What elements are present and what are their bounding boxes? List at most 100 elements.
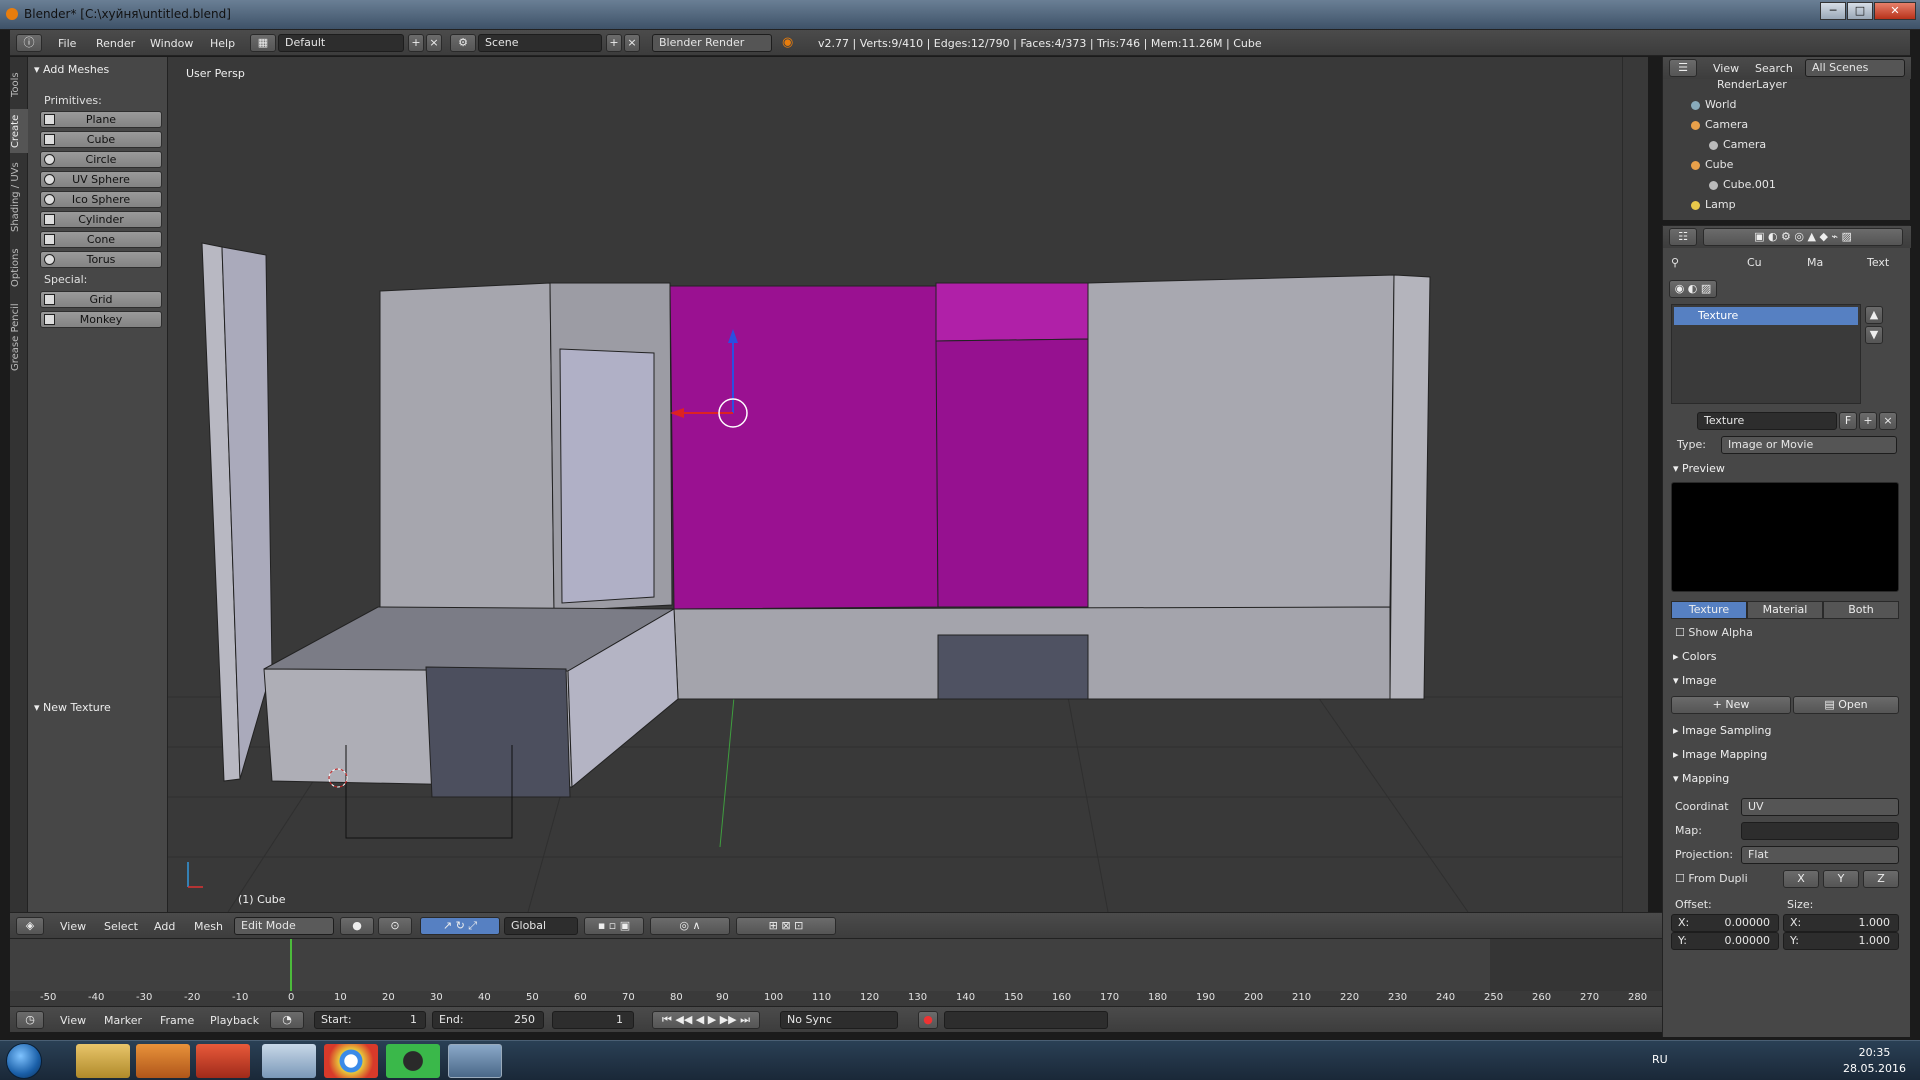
new-texture-icon[interactable]: + [1859, 412, 1877, 430]
menu-render[interactable]: Render [96, 37, 135, 50]
add-scene-icon[interactable]: + [606, 34, 622, 52]
preview-panel-header[interactable]: ▾ Preview [1673, 462, 1725, 475]
chrome-taskbar-icon[interactable] [324, 1044, 378, 1078]
preview-tab-both[interactable]: Both [1823, 601, 1899, 619]
menu-file[interactable]: File [58, 37, 76, 50]
add-cylinder-button[interactable]: Cylinder [40, 211, 162, 228]
green-app-taskbar-icon[interactable] [386, 1044, 440, 1078]
slot-up-icon[interactable]: ▲ [1865, 306, 1883, 324]
input-language[interactable]: RU [1652, 1053, 1668, 1066]
outliner-menu-view[interactable]: View [1713, 62, 1739, 75]
add-plane-button[interactable]: Plane [40, 111, 162, 128]
outliner-menu-search[interactable]: Search [1755, 62, 1793, 75]
menu-frame[interactable]: Frame [160, 1014, 194, 1027]
select-mode-icons[interactable]: ▪ ▫ ▣ [584, 917, 644, 935]
breadcrumb-material[interactable]: Ma [1807, 256, 1823, 269]
editor-type-properties-icon[interactable]: ☷ [1669, 228, 1697, 246]
screen-layout-icon[interactable]: ▦ [250, 34, 276, 52]
orientation-select[interactable]: Global [504, 917, 578, 935]
sync-select[interactable]: No Sync [780, 1011, 898, 1029]
texture-name-field[interactable]: Texture [1697, 412, 1837, 430]
outliner-row-lamp[interactable]: Lamp [1663, 195, 1895, 215]
add-cube-button[interactable]: Cube [40, 131, 162, 148]
preview-tab-material[interactable]: Material [1747, 601, 1823, 619]
show-alpha-checkbox[interactable]: ☐ Show Alpha [1675, 626, 1753, 639]
map-x-select[interactable]: X [1783, 870, 1819, 888]
preview-range-icon[interactable]: ◔ [270, 1011, 304, 1029]
add-ico-sphere-button[interactable]: Ico Sphere [40, 191, 162, 208]
menu-view[interactable]: View [60, 1014, 86, 1027]
editor-type-timeline-icon[interactable]: ◷ [16, 1011, 44, 1029]
new-texture-panel-header[interactable]: ▾ New Texture [34, 701, 111, 714]
offset-x-field[interactable]: X: 0.00000 [1671, 914, 1779, 932]
projection-select[interactable]: Flat [1741, 846, 1899, 864]
menu-help[interactable]: Help [210, 37, 235, 50]
outliner-row-cube[interactable]: Cube [1663, 155, 1895, 175]
keying-set-field[interactable] [944, 1011, 1108, 1029]
outliner-row-world[interactable]: World [1663, 95, 1895, 115]
image-sampling-panel-header[interactable]: ▸ Image Sampling [1673, 724, 1771, 737]
menu-add[interactable]: Add [154, 920, 175, 933]
tab-shading-uvs[interactable]: Shading / UVs [10, 157, 28, 237]
menu-select[interactable]: Select [104, 920, 138, 933]
timeline[interactable]: -50 -40 -30 -20 -10 0 10 20 30 40 50 60 … [10, 938, 1662, 1007]
new-image-button[interactable]: + New [1671, 696, 1791, 714]
colors-panel-header[interactable]: ▸ Colors [1673, 650, 1716, 663]
breadcrumb-texture[interactable]: Text [1867, 256, 1889, 269]
mapping-panel-header[interactable]: ▾ Mapping [1673, 772, 1729, 785]
texture-context-icons[interactable]: ◉ ◐ ▨ [1669, 280, 1717, 298]
size-y-field[interactable]: Y: 1.000 [1783, 932, 1899, 950]
render-engine-select[interactable]: Blender Render [652, 34, 772, 52]
maximize-button[interactable]: □ [1847, 2, 1873, 20]
from-dupli-checkbox[interactable]: ☐ From Dupli [1675, 872, 1748, 885]
outliner-row-camera[interactable]: Camera [1663, 115, 1895, 135]
add-torus-button[interactable]: Torus [40, 251, 162, 268]
size-x-field[interactable]: X: 1.000 [1783, 914, 1899, 932]
tab-grease-pencil[interactable]: Grease Pencil [10, 297, 28, 377]
remove-scene-icon[interactable]: × [624, 34, 640, 52]
image-mapping-panel-header[interactable]: ▸ Image Mapping [1673, 748, 1767, 761]
3d-viewport[interactable]: User Persp (1) Cube [168, 57, 1622, 912]
start-frame-field[interactable]: Start: 1 [314, 1011, 426, 1029]
pin-icon[interactable]: ⚲ [1671, 256, 1679, 269]
menu-mesh[interactable]: Mesh [194, 920, 223, 933]
menu-view[interactable]: View [60, 920, 86, 933]
scene-icon[interactable]: ⚙ [450, 34, 476, 52]
media-player-taskbar-icon[interactable] [136, 1044, 190, 1078]
tab-create[interactable]: Create [10, 109, 28, 153]
coordinates-select[interactable]: UV [1741, 798, 1899, 816]
manipulator-icons[interactable]: ↗ ↻ ⤢ [420, 917, 500, 935]
unlink-texture-icon[interactable]: × [1879, 412, 1897, 430]
preview-tab-texture[interactable]: Texture [1671, 601, 1747, 619]
editor-type-3d-icon[interactable]: ◈ [16, 917, 44, 935]
pivot-select-icon[interactable]: ⊙ [378, 917, 412, 935]
editor-type-info-icon[interactable]: ⓘ [16, 34, 42, 52]
record-icon[interactable]: ● [918, 1011, 938, 1029]
end-frame-field[interactable]: End: 250 [432, 1011, 544, 1029]
playback-controls-icons[interactable]: ⏮ ◀◀ ◀ ▶ ▶▶ ⏭ [652, 1011, 760, 1029]
outliner-row-renderlayer[interactable]: RenderLayer [1663, 75, 1895, 95]
properties-editor[interactable]: ☷ ▣ ◐ ⚙ ◎ ▲ ◆ ⌁ ▨ ⚲ Cu Ma Text ◉ ◐ ▨ Tex… [1662, 225, 1911, 1037]
menu-window[interactable]: Window [150, 37, 193, 50]
shading-select-icon[interactable]: ● [340, 917, 374, 935]
add-circle-button[interactable]: Circle [40, 151, 162, 168]
snap-icons[interactable]: ⊞ ⊠ ⊡ [736, 917, 836, 935]
add-uv-sphere-button[interactable]: UV Sphere [40, 171, 162, 188]
proportional-edit-icons[interactable]: ◎ ∧ [650, 917, 730, 935]
outliner[interactable]: ☰ View Search All Scenes RenderLayer Wor… [1662, 57, 1911, 220]
tab-tools[interactable]: Tools [10, 65, 28, 105]
texture-slot-list[interactable]: Texture [1671, 304, 1861, 404]
texture-slot-selected[interactable]: Texture [1674, 307, 1858, 325]
mode-select[interactable]: Edit Mode [234, 917, 334, 935]
map-z-select[interactable]: Z [1863, 870, 1899, 888]
scene-field[interactable]: Scene [478, 34, 602, 52]
menu-playback[interactable]: Playback [210, 1014, 259, 1027]
open-image-button[interactable]: ▤ Open [1793, 696, 1899, 714]
system-clock[interactable]: 20:35 28.05.2016 [1843, 1045, 1906, 1077]
add-grid-button[interactable]: Grid [40, 291, 162, 308]
screen-layout-field[interactable]: Default [278, 34, 404, 52]
uv-map-field[interactable] [1741, 822, 1899, 840]
slot-down-icon[interactable]: ▼ [1865, 326, 1883, 344]
audio-taskbar-icon[interactable] [196, 1044, 250, 1078]
remove-layout-icon[interactable]: × [426, 34, 442, 52]
